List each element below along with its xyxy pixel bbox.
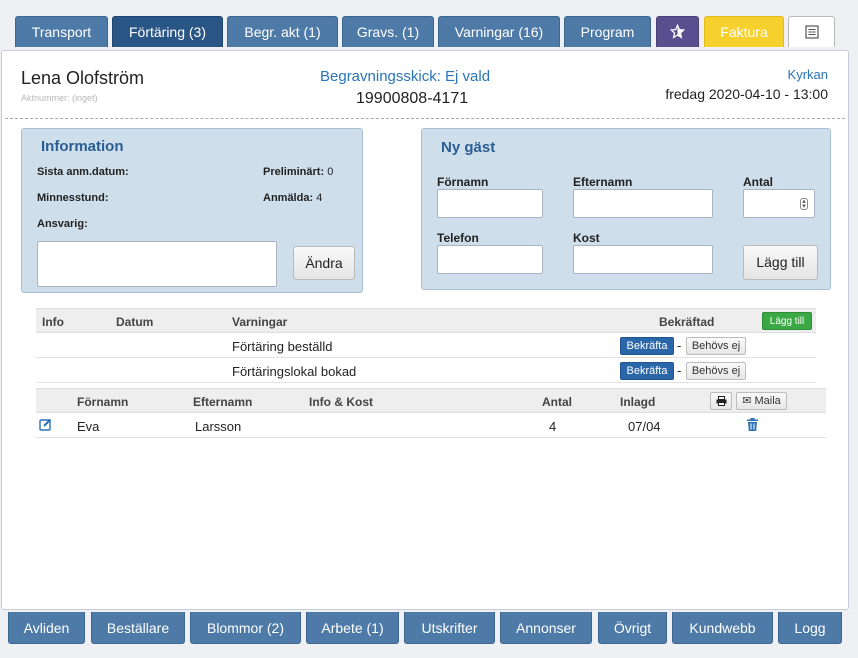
- ceremony-datetime: fredag 2020-04-10 - 13:00: [665, 86, 828, 102]
- mail-label: Maila: [754, 395, 781, 407]
- responsible-textarea[interactable]: [37, 241, 277, 287]
- col-confirmed: Bekräftad: [659, 315, 715, 329]
- not-needed-button[interactable]: Behövs ej: [686, 362, 746, 380]
- guest-first-name: Eva: [77, 419, 100, 434]
- main-panel: Lena Olofström Aktnummer: (inget) Begrav…: [1, 50, 849, 610]
- mail-button[interactable]: ✉ Maila: [736, 392, 787, 410]
- last-registration-label: Sista anm.datum:: [37, 166, 129, 178]
- confirm-button[interactable]: Bekräfta: [620, 337, 674, 355]
- warning-text: Förtäringslokal bokad: [232, 364, 357, 379]
- phone-label: Telefon: [437, 231, 479, 245]
- tab-fortaring[interactable]: Förtäring (3): [112, 16, 223, 47]
- col-date: Datum: [116, 315, 154, 329]
- tab-arbete[interactable]: Arbete (1): [306, 612, 399, 644]
- print-button[interactable]: [710, 392, 732, 410]
- personal-number: 19900808-4171: [356, 90, 469, 107]
- registered-count: Anmälda: 4: [263, 192, 323, 204]
- tab-begr-akt[interactable]: Begr. akt (1): [227, 16, 338, 47]
- tab-gravs[interactable]: Gravs. (1): [342, 16, 434, 47]
- tab-ovrigt[interactable]: Övrigt: [598, 612, 667, 644]
- preliminary-count: Preliminärt: 0: [263, 166, 334, 178]
- last-name-field[interactable]: [573, 189, 713, 218]
- col-warnings: Varningar: [232, 315, 288, 329]
- guest-row: Eva Larsson 4 07/04: [36, 413, 826, 438]
- location-link[interactable]: Kyrkan: [788, 67, 828, 82]
- guest-added-date: 07/04: [628, 419, 661, 434]
- tab-notes[interactable]: [788, 16, 835, 47]
- quantity-stepper[interactable]: ▴ ▾: [743, 189, 815, 218]
- information-title: Information: [41, 138, 124, 155]
- change-button[interactable]: Ändra: [293, 246, 355, 280]
- tab-kundwebb[interactable]: Kundwebb: [672, 612, 773, 644]
- diet-label: Kost: [573, 231, 600, 245]
- new-guest-panel: Ny gäst Förnamn Efternamn Antal ▴ ▾ Telef…: [421, 128, 831, 290]
- tab-utskrifter[interactable]: Utskrifter: [404, 612, 495, 644]
- add-guest-button[interactable]: Lägg till: [743, 245, 818, 280]
- col-info-diet: Info & Kost: [309, 395, 373, 409]
- tab-transport[interactable]: Transport: [15, 16, 108, 47]
- responsible-label: Ansvarig:: [37, 218, 88, 230]
- guest-quantity: 4: [549, 419, 557, 434]
- envelope-icon: ✉: [742, 395, 752, 407]
- divider: [5, 118, 845, 119]
- deceased-name: Lena Olofström: [21, 68, 145, 88]
- warnings-table-header: Info Datum Varningar Bekräftad Lägg till: [36, 308, 816, 333]
- tab-logg[interactable]: Logg: [778, 612, 842, 644]
- first-name-label: Förnamn: [437, 175, 489, 189]
- tab-program[interactable]: Program: [564, 16, 651, 47]
- case-number: Aktnummer: (inget): [21, 93, 98, 103]
- quantity-label: Antal: [743, 175, 773, 189]
- tab-annonser[interactable]: Annonser: [500, 612, 592, 644]
- warning-row: Förtäring beställd Bekräfta - Behövs ej: [36, 333, 816, 358]
- tab-bestallare[interactable]: Beställare: [91, 612, 185, 644]
- memorial-label: Minnesstund:: [37, 192, 109, 204]
- col-info: Info: [42, 315, 64, 329]
- information-panel: Information Sista anm.datum: Minnesstund…: [21, 128, 363, 293]
- guest-last-name: Larsson: [195, 419, 242, 434]
- last-name-label: Efternamn: [573, 175, 633, 189]
- add-warning-button[interactable]: Lägg till: [762, 312, 812, 330]
- phone-field[interactable]: [437, 245, 543, 274]
- col-last-name: Efternamn: [193, 395, 253, 409]
- tab-blommor[interactable]: Blommor (2): [190, 612, 301, 644]
- spinner-icon[interactable]: ▴ ▾: [800, 198, 808, 210]
- not-needed-button[interactable]: Behövs ej: [686, 337, 746, 355]
- burial-type-link[interactable]: Begravningsskick: Ej vald: [320, 68, 490, 85]
- star-icon: [670, 24, 685, 39]
- col-first-name: Förnamn: [77, 395, 129, 409]
- guests-table-header: Förnamn Efternamn Info & Kost Antal Inla…: [36, 388, 826, 413]
- new-guest-title: Ny gäst: [441, 139, 496, 156]
- separator: -: [677, 338, 682, 353]
- tab-avliden[interactable]: Avliden: [8, 612, 85, 644]
- diet-field[interactable]: [573, 245, 713, 274]
- confirm-button[interactable]: Bekräfta: [620, 362, 674, 380]
- tab-star[interactable]: [656, 16, 699, 47]
- print-icon: [716, 396, 727, 406]
- warning-row: Förtäringslokal bokad Bekräfta - Behövs …: [36, 358, 816, 383]
- tab-faktura[interactable]: Faktura: [704, 16, 784, 47]
- trash-icon[interactable]: [747, 418, 758, 431]
- warning-text: Förtäring beställd: [232, 339, 333, 354]
- col-added: Inlagd: [620, 395, 656, 409]
- separator: -: [677, 363, 682, 378]
- edit-icon[interactable]: [39, 418, 52, 431]
- col-quantity: Antal: [542, 395, 572, 409]
- tab-varningar[interactable]: Varningar (16): [438, 16, 560, 47]
- notes-icon: [804, 25, 819, 39]
- first-name-field[interactable]: [437, 189, 543, 218]
